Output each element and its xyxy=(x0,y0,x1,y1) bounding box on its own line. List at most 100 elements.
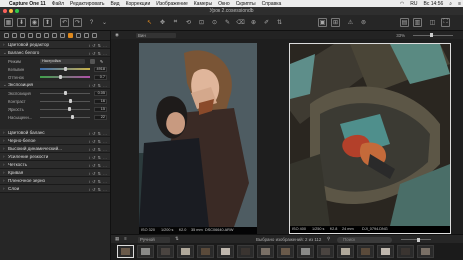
reset-icon[interactable]: ↺ xyxy=(92,83,95,88)
chevron-down-icon[interactable]: ⌄ xyxy=(100,18,109,27)
copy-icon[interactable]: ⇅ xyxy=(98,131,101,136)
redo-icon[interactable]: ↷ xyxy=(73,18,82,27)
filmstrip-thumbnail[interactable] xyxy=(357,245,374,258)
info-icon[interactable]: i xyxy=(89,179,90,184)
filmstrip-thumbnail[interactable] xyxy=(257,245,274,258)
filmstrip-thumbnail[interactable] xyxy=(297,245,314,258)
copy-icon[interactable]: ⇅ xyxy=(98,51,101,56)
tint-value-field[interactable]: 0.7 xyxy=(94,74,107,80)
exposure-value-field[interactable]: 0.05 xyxy=(94,90,107,96)
more-icon[interactable]: … xyxy=(103,163,107,168)
filter-icon[interactable]: ⚲ xyxy=(327,236,330,242)
reset-icon[interactable]: ↺ xyxy=(92,187,95,192)
section-layers[interactable]: › Слои i ↺ ⇅… xyxy=(0,185,110,193)
menu-help[interactable]: Справка xyxy=(262,1,282,7)
capture-icon[interactable]: ◉ xyxy=(30,18,39,27)
loupe-icon[interactable]: ⊚ xyxy=(359,18,368,27)
filmstrip-thumbnail[interactable] xyxy=(337,245,354,258)
reset-icon[interactable]: ↺ xyxy=(92,51,95,56)
wb-mode-select[interactable]: Настройка xyxy=(40,58,85,64)
grid-view-icon[interactable]: ▣ xyxy=(318,18,327,27)
copy-icon[interactable]: ⇅ xyxy=(98,43,101,48)
info-icon[interactable]: i xyxy=(89,147,90,152)
saturation-slider[interactable] xyxy=(40,116,90,118)
copy-icon[interactable]: ⇅ xyxy=(98,179,101,184)
copy-icon[interactable]: ⇅ xyxy=(98,155,101,160)
album-select[interactable]: Ручной xyxy=(138,236,170,243)
filmstrip-thumbnail[interactable] xyxy=(197,245,214,258)
tool-tab-batch-icon[interactable] xyxy=(92,33,97,38)
import-icon[interactable]: ⬇ xyxy=(17,18,26,27)
more-icon[interactable]: … xyxy=(103,147,107,152)
slider-icon[interactable] xyxy=(401,239,431,240)
clock[interactable]: Вс 14:56 xyxy=(424,1,444,7)
question-icon[interactable]: ? xyxy=(87,18,96,27)
tool-tab-composition-icon[interactable] xyxy=(28,33,33,38)
brightness-value-field[interactable]: 15 xyxy=(94,106,107,112)
tool-tab-lens-icon[interactable] xyxy=(20,33,25,38)
more-icon[interactable]: … xyxy=(103,155,107,160)
more-icon[interactable]: … xyxy=(103,43,107,48)
section-exposure[interactable]: ⌄ Экспозиция i ↺ ⇅… xyxy=(0,81,110,89)
eyedropper-icon[interactable]: ✎ xyxy=(99,59,104,64)
reset-icon[interactable]: ↺ xyxy=(92,139,95,144)
menu-adjustments[interactable]: Коррекции xyxy=(126,1,151,7)
undo-icon[interactable]: ↶ xyxy=(60,18,69,27)
reset-icon[interactable]: ↺ xyxy=(92,155,95,160)
zoom-slider-handle[interactable] xyxy=(430,33,433,37)
photo-boats-aerial[interactable]: ISO 400 1/250 s f/2.8 24 mm DJI_0794.DNG xyxy=(270,24,451,234)
menu-file[interactable]: Файл xyxy=(52,1,64,7)
reset-icon[interactable]: ↺ xyxy=(92,163,95,168)
info-icon[interactable]: i xyxy=(89,187,90,192)
section-white-balance[interactable]: ⌄ Баланс белого i ↺ ⇅… xyxy=(0,49,110,57)
tool-tab-color-icon[interactable] xyxy=(36,33,41,38)
library-icon[interactable]: ▦ xyxy=(4,18,13,27)
more-icon[interactable]: … xyxy=(103,51,107,56)
section-high-dynamic-range[interactable]: › Высокий динамический... i ↺ ⇅… xyxy=(0,145,110,153)
menu-edit[interactable]: Редактировать xyxy=(70,1,105,7)
zoom-level[interactable]: 33% xyxy=(396,33,405,38)
section-color-editor[interactable]: › Цветовой редактор i ↺ ⇅… xyxy=(0,41,110,49)
tool-tab-exposure-icon[interactable] xyxy=(44,33,49,38)
section-curve[interactable]: › Кривая i ↺ ⇅… xyxy=(0,169,110,177)
input-language[interactable]: RU xyxy=(410,1,417,7)
section-color-balance[interactable]: › Цветовой баланс i ↺ ⇅… xyxy=(0,129,110,137)
reset-icon[interactable]: ↺ xyxy=(92,43,95,48)
menu-cameras[interactable]: Камеры xyxy=(194,1,212,7)
contrast-slider[interactable] xyxy=(40,100,90,102)
info-icon[interactable]: i xyxy=(89,131,90,136)
zoom-window-button[interactable] xyxy=(15,9,19,13)
browser-view-icon[interactable]: ▥ xyxy=(413,18,422,27)
contrast-slider-handle[interactable] xyxy=(69,99,72,103)
copy-icon[interactable]: ⇅ xyxy=(98,171,101,176)
kelvin-slider-handle[interactable] xyxy=(64,67,67,71)
section-film-grain[interactable]: › Пленочное зерно i ↺ ⇅… xyxy=(0,177,110,185)
copy-icon[interactable]: ⇅ xyxy=(98,147,101,152)
tool-tab-capture-icon[interactable] xyxy=(12,33,17,38)
eye-icon[interactable]: ◉ xyxy=(115,32,119,38)
menu-window[interactable]: Окно xyxy=(218,1,230,7)
info-icon[interactable]: i xyxy=(89,163,90,168)
list-icon[interactable]: ≡ xyxy=(124,236,127,241)
tool-tab-library-icon[interactable] xyxy=(4,33,9,38)
section-black-white[interactable]: › Черно-белое i ↺ ⇅… xyxy=(0,137,110,145)
fullscreen-icon[interactable]: ⛶ xyxy=(441,18,450,27)
keystone-tool-icon[interactable]: ⊡ xyxy=(197,18,206,27)
info-icon[interactable]: i xyxy=(89,139,90,144)
brush-tool-icon[interactable]: ✎ xyxy=(223,18,232,27)
zoom-slider[interactable] xyxy=(413,34,453,36)
more-icon[interactable]: … xyxy=(103,179,107,184)
cursor-tool-icon[interactable]: ↖ xyxy=(145,18,154,27)
more-icon[interactable]: … xyxy=(103,171,107,176)
filmstrip-thumbnail[interactable] xyxy=(137,245,154,258)
variant-select[interactable]: Вин xyxy=(136,32,176,38)
tint-slider[interactable] xyxy=(40,76,90,78)
saturation-slider-handle[interactable] xyxy=(71,115,74,119)
wifi-icon[interactable]: ◠ xyxy=(400,1,404,7)
reset-icon[interactable]: ↺ xyxy=(92,171,95,176)
info-icon[interactable]: i xyxy=(89,51,90,56)
tool-tab-output-icon[interactable] xyxy=(84,33,89,38)
filmstrip-thumbnail[interactable] xyxy=(117,245,134,258)
tint-slider-handle[interactable] xyxy=(59,75,62,79)
contrast-value-field[interactable]: 16 xyxy=(94,98,107,104)
